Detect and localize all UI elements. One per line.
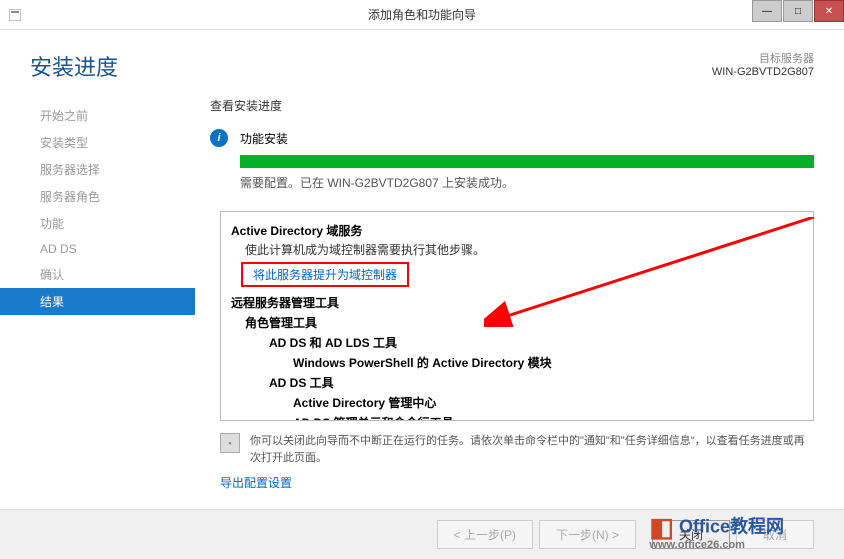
sidebar-item-adds: AD DS: [0, 237, 195, 261]
progress-fill: [240, 155, 814, 168]
sidebar-item-type: 安装类型: [0, 129, 195, 156]
target-label: 目标服务器: [712, 50, 814, 66]
sidebar-item-server-role: 服务器角色: [0, 183, 195, 210]
status-line: i 功能安装: [210, 129, 814, 147]
sidebar-item-features: 功能: [0, 210, 195, 237]
titlebar: 添加角色和功能向导 — □ ✕: [0, 0, 844, 30]
remote-tools-label: 远程服务器管理工具: [231, 294, 803, 311]
close-window-button[interactable]: ✕: [814, 0, 844, 22]
note-text: 你可以关闭此向导而不中断正在运行的任务。请依次单击命令栏中的"通知"和"任务详细…: [250, 433, 814, 466]
maximize-button[interactable]: □: [783, 0, 813, 22]
status-title: 功能安装: [240, 130, 288, 147]
footer-buttons: < 上一步(P) 下一步(N) > 关闭 取消: [0, 509, 844, 559]
sidebar-item-server-select: 服务器选择: [0, 156, 195, 183]
cancel-button: 取消: [736, 520, 814, 549]
sidebar-item-confirm: 确认: [0, 261, 195, 288]
content-panel: 查看安装进度 i 功能安装 需要配置。已在 WIN-G2BVTD2G807 上安…: [195, 92, 844, 512]
window-controls: — □ ✕: [751, 0, 844, 22]
status-message: 需要配置。已在 WIN-G2BVTD2G807 上安装成功。: [240, 174, 814, 191]
cmd-tools-label: AD DS 管理单元和命令行工具: [231, 414, 803, 421]
ad-ds-subtitle: 使此计算机成为域控制器需要执行其他步骤。: [231, 241, 803, 258]
window-title: 添加角色和功能向导: [368, 6, 476, 23]
header: 安装进度 目标服务器 WIN-G2BVTD2G807: [0, 30, 844, 92]
info-icon: i: [210, 129, 228, 147]
minimize-button[interactable]: —: [752, 0, 782, 22]
note-box: ▪ 你可以关闭此向导而不中断正在运行的任务。请依次单击命令栏中的"通知"和"任务…: [220, 433, 814, 466]
main-layout: 开始之前 安装类型 服务器选择 服务器角色 功能 AD DS 确认 结果 查看安…: [0, 92, 844, 512]
promote-to-dc-link[interactable]: 将此服务器提升为域控制器: [241, 262, 409, 287]
next-button: 下一步(N) >: [539, 520, 636, 549]
sidebar-item-result[interactable]: 结果: [0, 288, 195, 315]
export-config-link[interactable]: 导出配置设置: [220, 474, 292, 491]
ad-ds-title: Active Directory 域服务: [231, 222, 803, 239]
close-button[interactable]: 关闭: [652, 520, 730, 549]
flag-icon: ▪: [220, 433, 240, 453]
feature-results-box: Active Directory 域服务 使此计算机成为域控制器需要执行其他步骤…: [220, 211, 814, 421]
system-icon: [0, 9, 30, 21]
ps-module-label: Windows PowerShell 的 Active Directory 模块: [231, 354, 803, 371]
progress-bar: [240, 155, 814, 168]
previous-button: < 上一步(P): [437, 520, 533, 549]
target-server-name: WIN-G2BVTD2G807: [712, 66, 814, 78]
page-title: 安装进度: [30, 50, 118, 82]
progress-area: 需要配置。已在 WIN-G2BVTD2G807 上安装成功。: [240, 155, 814, 191]
role-tools-label: 角色管理工具: [231, 314, 803, 331]
ad-center-label: Active Directory 管理中心: [231, 394, 803, 411]
sidebar-item-before: 开始之前: [0, 102, 195, 129]
adlds-tools-label: AD DS 和 AD LDS 工具: [231, 334, 803, 351]
target-server-info: 目标服务器 WIN-G2BVTD2G807: [712, 50, 814, 78]
sidebar: 开始之前 安装类型 服务器选择 服务器角色 功能 AD DS 确认 结果: [0, 92, 195, 512]
view-progress-label: 查看安装进度: [210, 97, 814, 114]
adds-tools-label: AD DS 工具: [231, 374, 803, 391]
